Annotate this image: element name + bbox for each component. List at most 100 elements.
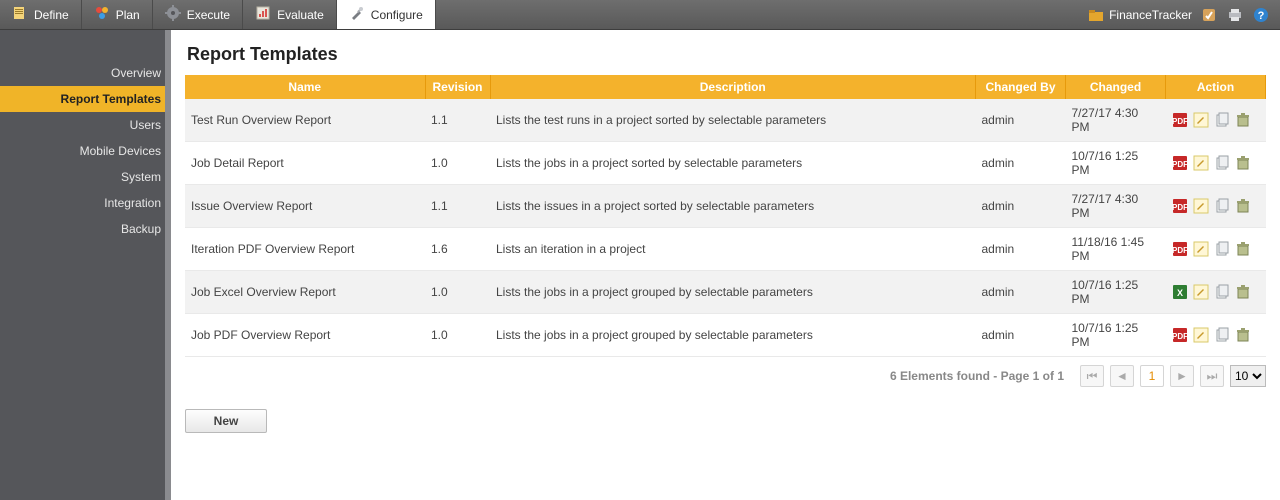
- sidebar-item-report-templates[interactable]: Report Templates: [0, 86, 171, 112]
- copy-icon[interactable]: [1214, 155, 1230, 171]
- content-area: Report Templates Name Revision Descripti…: [171, 30, 1280, 500]
- cell-name[interactable]: Iteration PDF Overview Report: [185, 228, 425, 271]
- copy-icon[interactable]: [1214, 198, 1230, 214]
- svg-text:PDF: PDF: [1172, 332, 1188, 341]
- copy-icon[interactable]: [1214, 327, 1230, 343]
- download-pdf-icon[interactable]: PDF: [1172, 155, 1188, 171]
- copy-icon[interactable]: [1214, 112, 1230, 128]
- new-button[interactable]: New: [185, 409, 267, 433]
- cell-changedby: admin: [976, 228, 1066, 271]
- delete-icon[interactable]: [1235, 327, 1251, 343]
- toolbar-tab-define[interactable]: Define: [0, 0, 82, 29]
- table-row: Job Detail Report1.0Lists the jobs in a …: [185, 142, 1266, 185]
- pin-icon[interactable]: [1200, 6, 1218, 24]
- sidebar-list: OverviewReport TemplatesUsersMobile Devi…: [0, 60, 171, 242]
- toolbar-tab-plan[interactable]: Plan: [82, 0, 153, 29]
- sidebar-item-system[interactable]: System: [0, 164, 171, 190]
- delete-icon[interactable]: [1235, 284, 1251, 300]
- col-header-revision[interactable]: Revision: [425, 75, 490, 99]
- toolbar-tab-execute[interactable]: Execute: [153, 0, 243, 29]
- cell-changed: 11/18/16 1:45 PM: [1066, 228, 1166, 271]
- pager-prev[interactable]: ◄: [1110, 365, 1134, 387]
- pager-first[interactable]: ⏮: [1080, 365, 1104, 387]
- table-row: Iteration PDF Overview Report1.6Lists an…: [185, 228, 1266, 271]
- toolbar-right: FinanceTracker ?: [1078, 0, 1280, 29]
- copy-icon[interactable]: [1214, 241, 1230, 257]
- delete-icon[interactable]: [1235, 241, 1251, 257]
- define-icon: [12, 5, 28, 24]
- cell-actions: X: [1166, 271, 1266, 314]
- sidebar-resize-handle[interactable]: [165, 30, 171, 500]
- cell-description: Lists the test runs in a project sorted …: [490, 99, 976, 142]
- pagination-summary: 6 Elements found - Page 1 of 1: [890, 369, 1064, 383]
- cell-name[interactable]: Test Run Overview Report: [185, 99, 425, 142]
- cell-name[interactable]: Job PDF Overview Report: [185, 314, 425, 357]
- sidebar-item-integration[interactable]: Integration: [0, 190, 171, 216]
- delete-icon[interactable]: [1235, 155, 1251, 171]
- download-pdf-icon[interactable]: PDF: [1172, 112, 1188, 128]
- edit-icon[interactable]: [1193, 327, 1209, 343]
- col-header-description[interactable]: Description: [490, 75, 976, 99]
- download-pdf-icon[interactable]: PDF: [1172, 198, 1188, 214]
- cell-changedby: admin: [976, 314, 1066, 357]
- edit-icon[interactable]: [1193, 284, 1209, 300]
- cell-changedby: admin: [976, 185, 1066, 228]
- svg-text:PDF: PDF: [1172, 203, 1188, 212]
- help-icon[interactable]: ?: [1252, 6, 1270, 24]
- cell-name[interactable]: Job Excel Overview Report: [185, 271, 425, 314]
- execute-icon: [165, 5, 181, 24]
- download-excel-icon[interactable]: X: [1172, 284, 1188, 300]
- delete-icon[interactable]: [1235, 112, 1251, 128]
- cell-revision: 1.1: [425, 99, 490, 142]
- toolbar-tab-label: Define: [34, 8, 69, 22]
- print-icon[interactable]: [1226, 6, 1244, 24]
- table-row: Job Excel Overview Report1.0Lists the jo…: [185, 271, 1266, 314]
- pager-current[interactable]: 1: [1140, 365, 1164, 387]
- cell-changed: 7/27/17 4:30 PM: [1066, 99, 1166, 142]
- cell-name[interactable]: Issue Overview Report: [185, 185, 425, 228]
- configure-icon: [349, 5, 365, 24]
- sidebar-item-users[interactable]: Users: [0, 112, 171, 138]
- edit-icon[interactable]: [1193, 198, 1209, 214]
- cell-revision: 1.6: [425, 228, 490, 271]
- svg-text:PDF: PDF: [1172, 117, 1188, 126]
- pager-last[interactable]: ⏭: [1200, 365, 1224, 387]
- sidebar-item-backup[interactable]: Backup: [0, 216, 171, 242]
- cell-name[interactable]: Job Detail Report: [185, 142, 425, 185]
- report-templates-table: Name Revision Description Changed By Cha…: [185, 75, 1266, 357]
- download-pdf-icon[interactable]: PDF: [1172, 327, 1188, 343]
- edit-icon[interactable]: [1193, 155, 1209, 171]
- sidebar-item-mobile-devices[interactable]: Mobile Devices: [0, 138, 171, 164]
- project-switcher[interactable]: FinanceTracker: [1088, 7, 1192, 23]
- cell-description: Lists an iteration in a project: [490, 228, 976, 271]
- cell-actions: PDF: [1166, 99, 1266, 142]
- pager-next[interactable]: ►: [1170, 365, 1194, 387]
- page-size-select[interactable]: 10: [1230, 365, 1266, 387]
- cell-revision: 1.0: [425, 271, 490, 314]
- cell-description: Lists the jobs in a project sorted by se…: [490, 142, 976, 185]
- pagination: 6 Elements found - Page 1 of 1 ⏮ ◄ 1 ► ⏭…: [185, 365, 1266, 387]
- table-row: Job PDF Overview Report1.0Lists the jobs…: [185, 314, 1266, 357]
- cell-changed: 10/7/16 1:25 PM: [1066, 271, 1166, 314]
- delete-icon[interactable]: [1235, 198, 1251, 214]
- col-header-action: Action: [1166, 75, 1266, 99]
- cell-actions: PDF: [1166, 314, 1266, 357]
- col-header-changed[interactable]: Changed: [1066, 75, 1166, 99]
- cell-changed: 10/7/16 1:25 PM: [1066, 314, 1166, 357]
- copy-icon[interactable]: [1214, 284, 1230, 300]
- sidebar-item-overview[interactable]: Overview: [0, 60, 171, 86]
- cell-changed: 10/7/16 1:25 PM: [1066, 142, 1166, 185]
- col-header-changedby[interactable]: Changed By: [976, 75, 1066, 99]
- cell-description: Lists the jobs in a project grouped by s…: [490, 271, 976, 314]
- cell-changedby: admin: [976, 142, 1066, 185]
- edit-icon[interactable]: [1193, 112, 1209, 128]
- evaluate-icon: [255, 5, 271, 24]
- download-pdf-icon[interactable]: PDF: [1172, 241, 1188, 257]
- toolbar-tab-evaluate[interactable]: Evaluate: [243, 0, 337, 29]
- toolbar-tab-configure[interactable]: Configure: [337, 0, 436, 29]
- col-header-name[interactable]: Name: [185, 75, 425, 99]
- edit-icon[interactable]: [1193, 241, 1209, 257]
- table-row: Test Run Overview Report1.1Lists the tes…: [185, 99, 1266, 142]
- toolbar-tab-label: Execute: [187, 8, 230, 22]
- svg-text:X: X: [1176, 288, 1182, 298]
